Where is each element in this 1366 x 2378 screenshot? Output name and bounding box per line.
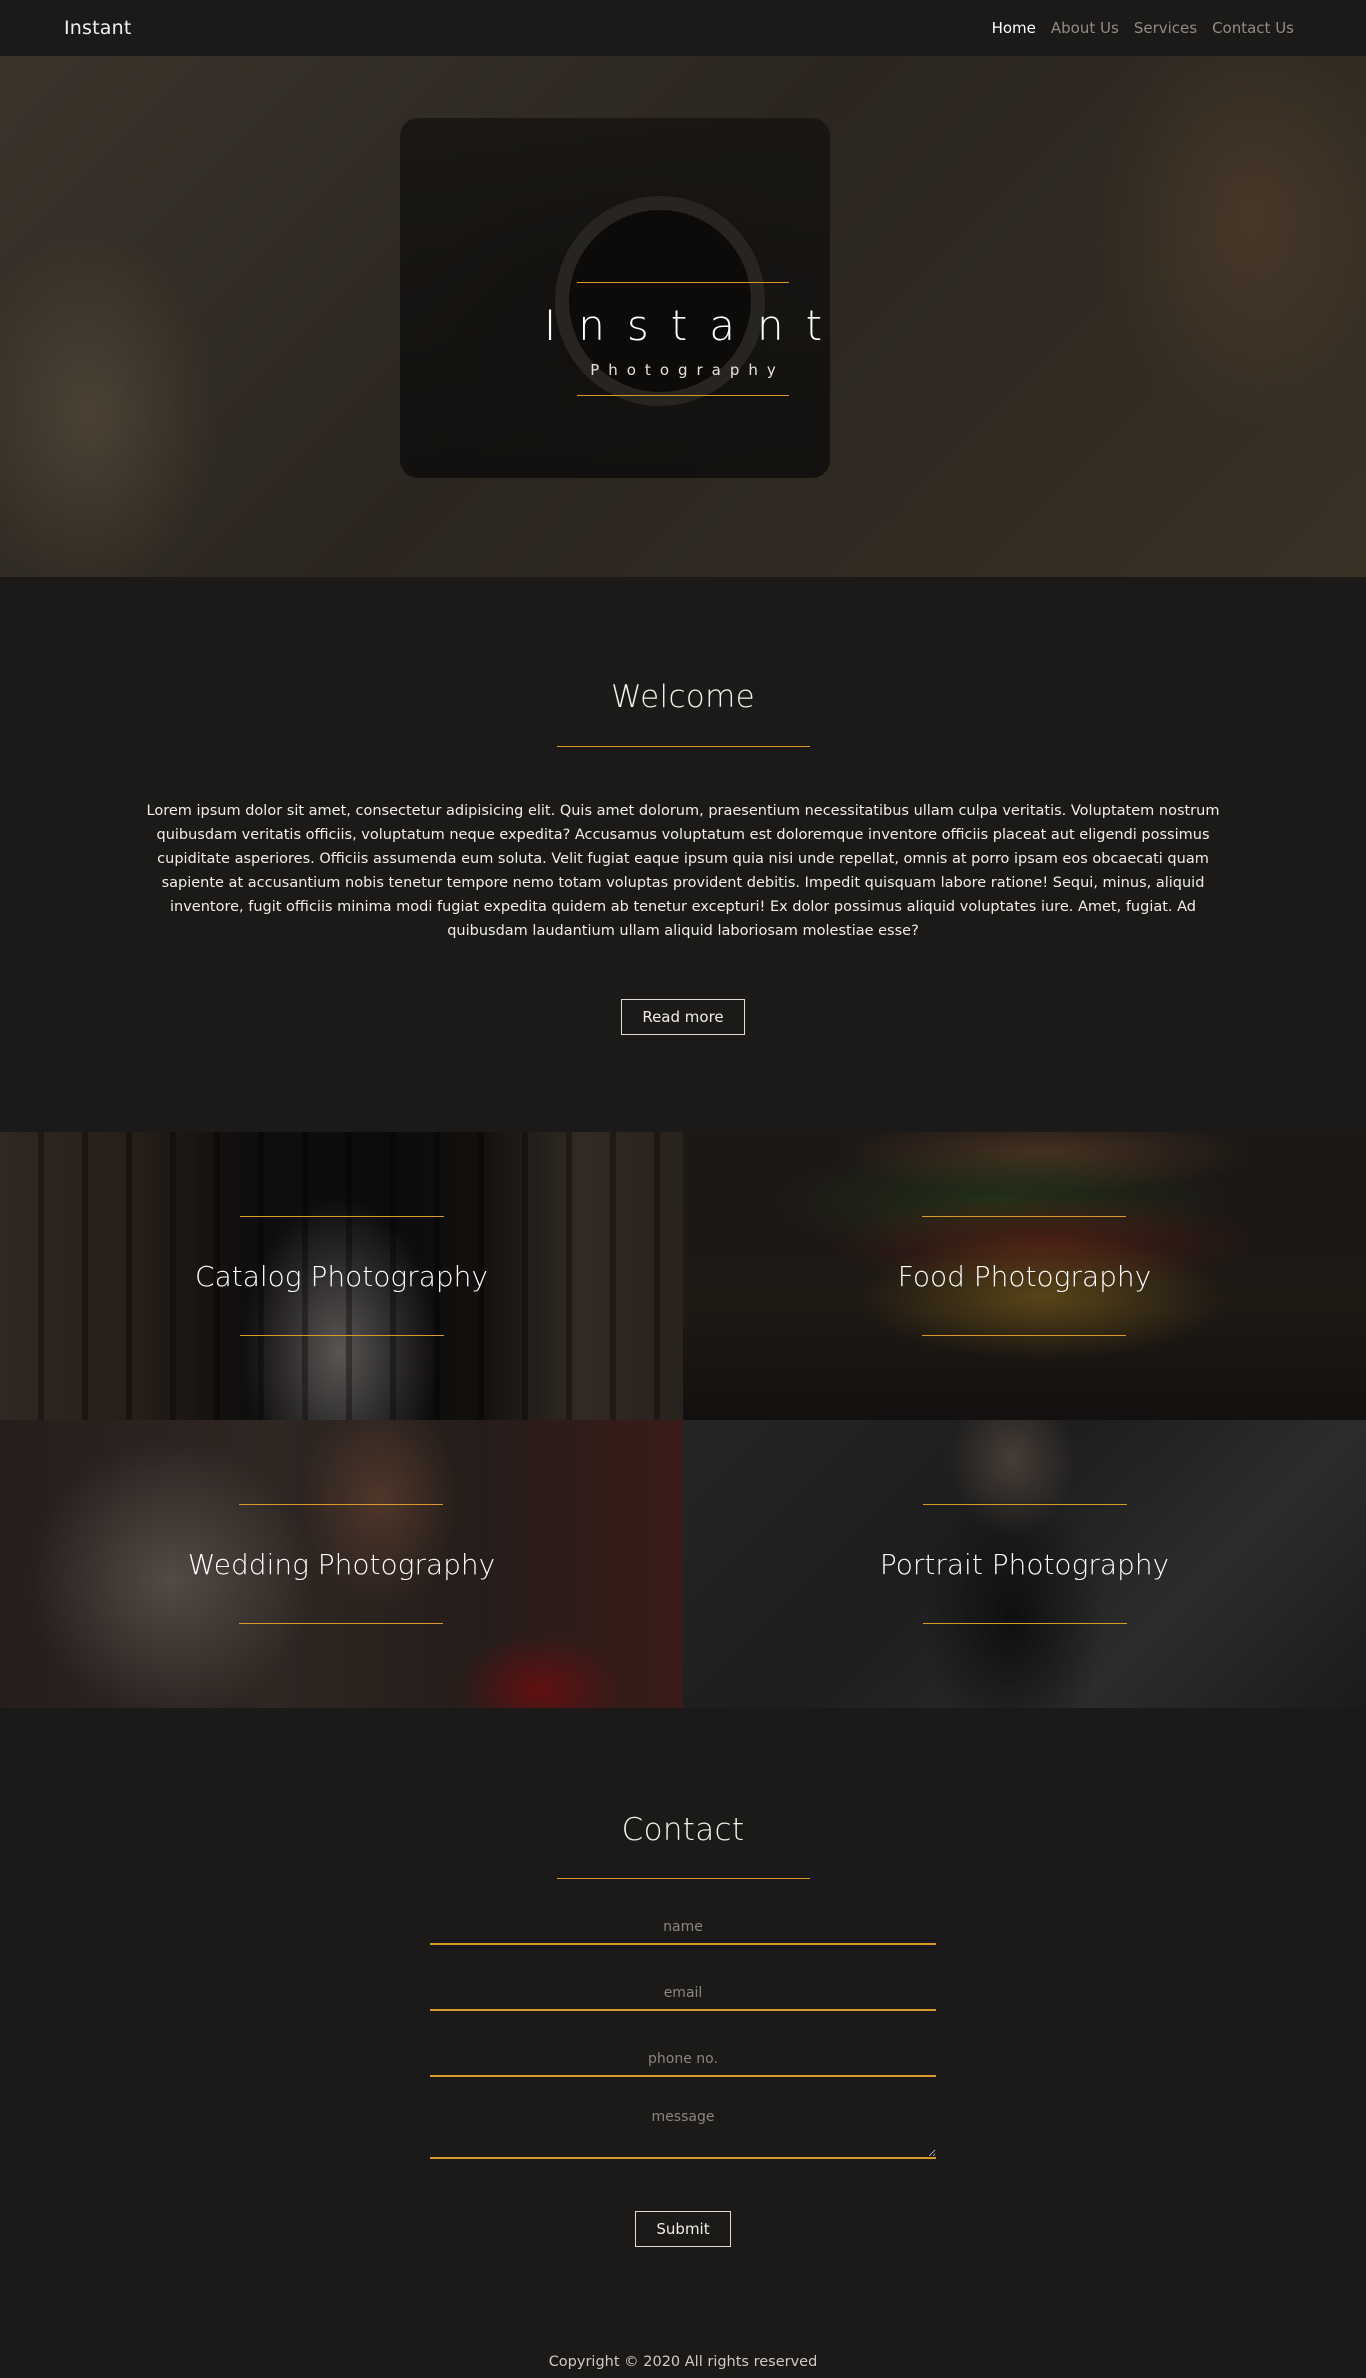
top-navbar: Instant Home About Us Services Contact U…: [0, 0, 1366, 56]
tile-divider-bottom: [922, 1623, 1127, 1624]
contact-form: Submit: [430, 1897, 936, 2247]
welcome-paragraph: Lorem ipsum dolor sit amet, consectetur …: [146, 803, 1220, 939]
services-grid: Catalog Photography Food Photography Wed…: [0, 1132, 1366, 1708]
hero-title: Instant: [543, 301, 845, 350]
hero-divider-bottom: [577, 395, 789, 396]
brand-logo[interactable]: Instant: [64, 17, 132, 39]
contact-section: Contact Submit: [0, 1708, 1366, 2247]
read-more-button[interactable]: Read more: [621, 999, 745, 1035]
hero-heading-block: Instant Photography: [0, 282, 1366, 396]
welcome-divider: [556, 746, 810, 747]
contact-divider: [556, 1878, 810, 1879]
service-title: Wedding Photography: [187, 1548, 496, 1581]
tile-divider-top: [239, 1504, 444, 1505]
welcome-section: Welcome Lorem ipsum dolor sit amet, cons…: [0, 577, 1366, 1132]
tile-divider-bottom: [239, 1623, 444, 1624]
nav-links: Home About Us Services Contact Us: [992, 19, 1294, 37]
service-title: Catalog Photography: [195, 1260, 488, 1293]
hero-banner: Instant Photography: [0, 56, 1366, 577]
tile-divider-top: [239, 1216, 444, 1217]
email-field[interactable]: [430, 1963, 936, 2011]
tile-content: Food Photography: [898, 1216, 1151, 1336]
service-tile-wedding[interactable]: Wedding Photography: [0, 1420, 683, 1708]
tile-divider-bottom: [922, 1335, 1127, 1336]
tile-content: Portrait Photography: [880, 1504, 1169, 1624]
contact-title: Contact: [621, 1812, 745, 1848]
footer: Copyright © 2020 All rights reserved: [0, 2354, 1366, 2370]
nav-link-services[interactable]: Services: [1134, 19, 1197, 37]
tile-divider-bottom: [239, 1335, 444, 1336]
service-tile-catalog[interactable]: Catalog Photography: [0, 1132, 683, 1420]
message-field[interactable]: [430, 2095, 936, 2159]
copyright-text: Copyright © 2020 All rights reserved: [548, 2354, 818, 2370]
name-field[interactable]: [430, 1897, 936, 1945]
service-tile-food[interactable]: Food Photography: [683, 1132, 1366, 1420]
hero-divider-top: [577, 282, 789, 283]
tile-divider-top: [922, 1504, 1127, 1505]
tile-content: Catalog Photography: [195, 1216, 488, 1336]
nav-link-contact-us[interactable]: Contact Us: [1212, 19, 1294, 37]
page: Instant Home About Us Services Contact U…: [0, 0, 1366, 2378]
nav-link-about-us[interactable]: About Us: [1051, 19, 1119, 37]
tile-divider-top: [922, 1216, 1127, 1217]
service-title: Portrait Photography: [879, 1548, 1170, 1581]
hero-subtitle: Photography: [590, 361, 785, 379]
submit-button[interactable]: Submit: [635, 2211, 731, 2247]
welcome-title: Welcome: [611, 679, 755, 715]
tile-content: Wedding Photography: [188, 1504, 495, 1624]
service-title: Food Photography: [897, 1260, 1152, 1293]
service-tile-portrait[interactable]: Portrait Photography: [683, 1420, 1366, 1708]
nav-link-home[interactable]: Home: [992, 19, 1036, 37]
phone-field[interactable]: [430, 2029, 936, 2077]
